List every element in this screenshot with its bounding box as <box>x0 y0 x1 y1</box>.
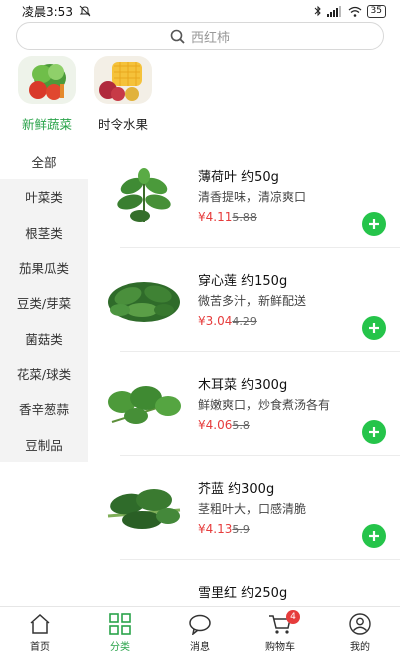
sidebar-item-spices[interactable]: 香辛葱蒜 <box>0 391 88 426</box>
sidebar-item-solanaceous-melon[interactable]: 茄果瓜类 <box>0 250 88 285</box>
mute-alarm-icon <box>79 5 91 17</box>
profile-icon <box>349 613 371 635</box>
add-to-cart-button[interactable] <box>362 212 386 236</box>
category-label-fruits: 时令水果 <box>97 117 148 132</box>
sidebar-item-root[interactable]: 根茎类 <box>0 215 88 250</box>
product-price-row: ¥4.065.8 <box>198 418 250 432</box>
battery-level: 35 <box>366 4 386 18</box>
search-icon <box>170 29 185 44</box>
product-original-price: 5.88 <box>232 211 257 224</box>
fruits-thumbnail <box>94 56 152 104</box>
plus-icon <box>369 219 379 229</box>
product-desc: 鲜嫩爽口，炒食煮汤各有 <box>198 398 331 412</box>
tab-label-profile: 我的 <box>350 642 370 653</box>
product-price-row: ¥4.115.88 <box>198 210 257 224</box>
category-label-vegetables: 新鲜蔬菜 <box>21 117 72 132</box>
sidebar-item-all[interactable]: 全部 <box>0 144 88 180</box>
product-list: 薄荷叶 约50g 清香提味，清凉爽口 ¥4.115.88 穿心莲 约150g 微… <box>88 144 400 606</box>
tab-messages[interactable]: 消息 <box>160 607 240 666</box>
product-price: ¥4.13 <box>198 522 233 536</box>
tab-label-messages: 消息 <box>190 642 210 653</box>
product-price-row: ¥3.044.29 <box>198 314 257 328</box>
product-name: 穿心莲 约150g <box>198 274 288 289</box>
cart-badge: 4 <box>286 610 300 624</box>
plus-icon <box>369 427 379 437</box>
product-desc: 茎粗叶大，口感清脆 <box>198 502 307 516</box>
sidebar-item-leafy[interactable]: 叶菜类 <box>0 179 88 214</box>
category-icon <box>109 613 131 635</box>
product-original-price: 4.29 <box>232 315 257 328</box>
status-bar: 凌晨3:53 35 <box>0 0 400 22</box>
sidebar-item-mushrooms[interactable]: 菌菇类 <box>0 320 88 355</box>
add-to-cart-button[interactable] <box>362 420 386 444</box>
product-name: 薄荷叶 约50g <box>198 170 279 185</box>
sidebar-item-tofu[interactable]: 豆制品 <box>0 426 88 461</box>
product-image-xuelihong <box>102 580 186 606</box>
product-original-price: 5.9 <box>232 523 250 536</box>
product-image-mint <box>102 164 186 228</box>
product-price: ¥3.04 <box>198 314 233 328</box>
add-to-cart-button[interactable] <box>362 316 386 340</box>
product-price: ¥4.06 <box>198 418 233 432</box>
product-name: 芥蓝 约300g <box>198 482 275 497</box>
bluetooth-icon <box>314 5 321 17</box>
product-original-price: 5.8 <box>232 419 250 432</box>
product-name: 雪里红 约250g <box>198 586 288 601</box>
search-input[interactable]: 西红柿 <box>16 22 384 50</box>
home-icon <box>30 613 50 634</box>
product-price-row: ¥4.135.9 <box>198 522 250 536</box>
search-placeholder: 西红柿 <box>190 30 230 46</box>
plus-icon <box>369 531 379 541</box>
tab-cart[interactable]: 4 购物车 <box>240 607 320 666</box>
product-item[interactable]: 穿心莲 约150g 微苦多汁，新鲜配送 ¥3.044.29 <box>88 248 400 352</box>
product-item[interactable]: 芥蓝 约300g 茎粗叶大，口感清脆 ¥4.135.9 <box>88 456 400 560</box>
plus-icon <box>369 323 379 333</box>
signal-icon <box>326 5 341 17</box>
add-to-cart-button[interactable] <box>362 524 386 548</box>
bottom-tab-bar: 首页 分类 消息 4 购物车 我的 <box>0 606 400 666</box>
category-tile-vegetables[interactable]: 新鲜蔬菜 <box>12 56 82 133</box>
message-icon <box>189 614 211 635</box>
tab-profile[interactable]: 我的 <box>320 607 400 666</box>
product-image-kailan <box>102 476 186 540</box>
tab-label-category: 分类 <box>110 642 130 653</box>
vegetables-thumbnail <box>18 56 76 104</box>
wifi-icon <box>348 6 361 17</box>
product-desc: 微苦多汁，新鲜配送 <box>198 294 307 308</box>
product-item[interactable]: 薄荷叶 约50g 清香提味，清凉爽口 ¥4.115.88 <box>88 144 400 248</box>
product-item[interactable]: 雪里红 约250g <box>88 560 400 606</box>
tab-category[interactable]: 分类 <box>80 607 160 666</box>
status-time: 凌晨3:53 <box>22 4 73 19</box>
product-image-andrographis <box>102 268 186 332</box>
tab-home[interactable]: 首页 <box>0 607 80 666</box>
product-item[interactable]: 木耳菜 约300g 鲜嫩爽口，炒食煮汤各有 ¥4.065.8 <box>88 352 400 456</box>
product-price: ¥4.11 <box>198 210 233 224</box>
sidebar-item-beans-sprouts[interactable]: 豆类/芽菜 <box>0 285 88 320</box>
tab-label-home: 首页 <box>30 642 50 653</box>
sidebar-item-flower-ball[interactable]: 花菜/球类 <box>0 356 88 391</box>
top-category-row: 新鲜蔬菜 时令水果 <box>0 56 400 136</box>
category-tile-fruits[interactable]: 时令水果 <box>88 56 158 133</box>
category-sidebar: 全部 叶菜类 根茎类 茄果瓜类 豆类/芽菜 菌菇类 花菜/球类 香辛葱蒜 豆制品 <box>0 144 88 462</box>
product-desc: 清香提味，清凉爽口 <box>198 190 307 204</box>
product-image-malabar-spinach <box>102 372 186 436</box>
tab-label-cart: 购物车 <box>265 642 295 653</box>
product-name: 木耳菜 约300g <box>198 378 288 393</box>
